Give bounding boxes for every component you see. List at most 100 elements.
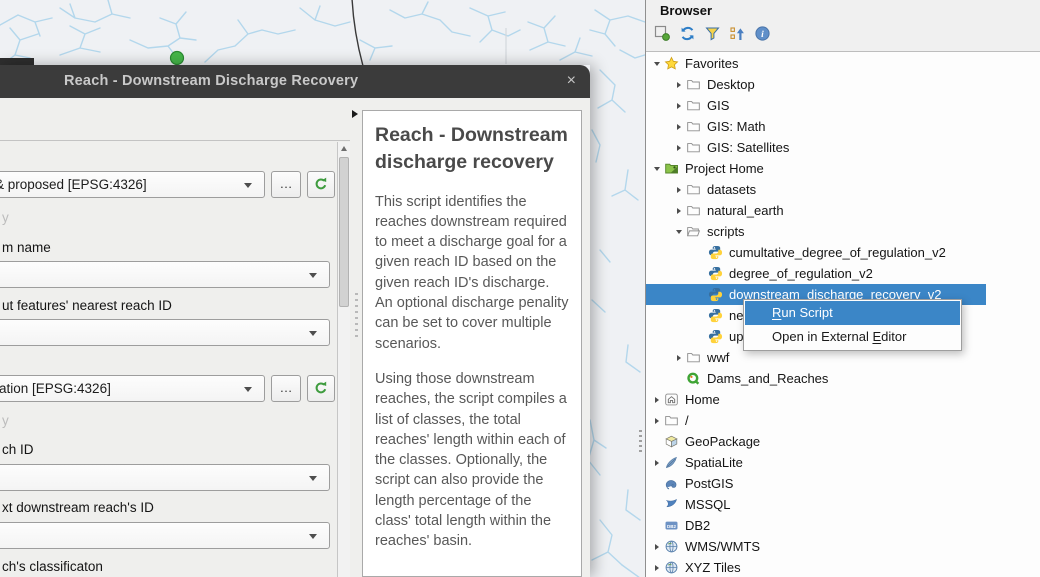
dialog-body: & proposed [EPSG:4326] … y m name ut fea… [0,98,590,577]
location-crs-combo[interactable]: ation [EPSG:4326] [0,375,265,402]
tree-item-label: XYZ Tiles [685,560,741,575]
collapse-tree-button[interactable] [728,24,746,42]
form-scrollbar[interactable] [337,142,350,577]
chevron-down-icon [309,476,317,481]
menu-item-run-script[interactable]: Run Script [745,301,960,325]
next-downstream-label: xt downstream reach's ID [2,500,154,515]
dialog-titlebar[interactable]: Reach - Downstream Discharge Recovery × [0,65,590,98]
expand-open-icon[interactable] [650,62,664,66]
expand-closed-icon[interactable] [650,544,664,550]
folder-icon [664,413,679,428]
tree-item-label: natural_earth [707,203,784,218]
browser-panel: Browser i FavoritesDesktopGISGIS: MathGI… [645,0,1040,577]
folder-icon [686,77,701,92]
nearest-reach-combo[interactable] [0,319,330,346]
info-button[interactable]: i [753,24,771,42]
info-icon: i [754,25,771,42]
tree-item-root[interactable]: / [646,410,986,431]
folder-icon [686,182,701,197]
help-heading: Reach - Downstream discharge recovery [375,122,569,177]
svg-text:i: i [761,30,764,40]
name-combo[interactable] [0,261,330,288]
chevron-down-icon [244,183,252,188]
expand-closed-icon[interactable] [672,103,686,109]
input-layer-combo-value: & proposed [EPSG:4326] [0,177,147,192]
home-icon [664,392,679,407]
tree-item-project-home[interactable]: Project Home [646,158,986,179]
tree-item-xyz-tiles[interactable]: XYZ Tiles [646,557,986,577]
browse-button[interactable]: … [271,171,301,198]
splitter-handle[interactable] [355,293,358,337]
tree-item-gis[interactable]: GIS [646,95,986,116]
expand-open-icon[interactable] [672,230,686,234]
input-layer-combo[interactable]: & proposed [EPSG:4326] [0,171,265,198]
panel-splitter-handle[interactable] [639,430,642,454]
tree-item-gis-satellites[interactable]: GIS: Satellites [646,137,986,158]
reload-crs-button-2[interactable] [307,375,335,402]
add-layer-icon [654,25,671,42]
refresh-button[interactable] [678,24,696,42]
expand-closed-icon[interactable] [650,397,664,403]
tree-item-spatialite[interactable]: SpatiaLite [646,452,986,473]
reload-crs-button[interactable] [307,171,335,198]
expand-closed-icon[interactable] [672,187,686,193]
next-downstream-combo[interactable] [0,522,330,549]
menu-item-open-in-external-editor[interactable]: Open in External Editor [745,325,960,349]
tree-item-label: SpatiaLite [685,455,743,470]
tree-item-home[interactable]: Home [646,389,986,410]
expand-closed-icon[interactable] [672,208,686,214]
python-icon [708,287,723,302]
tree-item-cumultative-degree-of-regulation-v2[interactable]: cumultative_degree_of_regulation_v2 [646,242,986,263]
dialog-title: Reach - Downstream Discharge Recovery [64,73,358,89]
filter-button[interactable] [703,24,721,42]
tree-item-postgis[interactable]: PostGIS [646,473,986,494]
tree-item-datasets[interactable]: datasets [646,179,986,200]
tree-item-db2[interactable]: DB2DB2 [646,515,986,536]
tree-item-scripts[interactable]: scripts [646,221,986,242]
tree-item-desktop[interactable]: Desktop [646,74,986,95]
expand-closed-icon[interactable] [672,355,686,361]
expand-closed-icon[interactable] [650,418,664,424]
expand-closed-icon[interactable] [672,82,686,88]
expand-closed-icon[interactable] [672,124,686,130]
scrollbar-thumb[interactable] [339,157,349,307]
expand-closed-icon[interactable] [650,460,664,466]
reload-icon [313,176,329,192]
chevron-down-icon [244,387,252,392]
tree-item-dams-and-reaches[interactable]: Dams_and_Reaches [646,368,986,389]
scroll-up-icon[interactable] [341,146,347,151]
tree-item-label: GIS: Math [707,119,766,134]
tree-item-gis-math[interactable]: GIS: Math [646,116,986,137]
tree-item-label: wwf [707,350,729,365]
close-icon[interactable]: × [567,71,576,91]
expand-closed-icon[interactable] [672,145,686,151]
tree-item-label: ne [729,308,743,323]
folder-open-icon [686,224,701,239]
browse-button-2[interactable]: … [271,375,301,402]
tree-item-geopackage[interactable]: GeoPackage [646,431,986,452]
add-layer-button[interactable] [653,24,671,42]
tree-item-natural-earth[interactable]: natural_earth [646,200,986,221]
tree-item-degree-of-regulation-v2[interactable]: degree_of_regulation_v2 [646,263,986,284]
boundary-line [352,0,363,66]
reach-id-combo[interactable] [0,464,330,491]
tree-item-label: GeoPackage [685,434,760,449]
splitter-collapse-icon[interactable] [352,110,358,118]
tree-item-label: GIS: Satellites [707,140,789,155]
tree-item-label: up [729,329,743,344]
expand-open-icon[interactable] [650,167,664,171]
tree-item-favorites[interactable]: Favorites [646,53,986,74]
parameters-scroll-area: & proposed [EPSG:4326] … y m name ut fea… [0,140,350,577]
reload-icon [313,380,329,396]
expand-closed-icon[interactable] [650,565,664,571]
help-paragraph-1: This script identifies the reaches downs… [375,192,569,354]
context-menu: Run ScriptOpen in External Editor [743,299,962,351]
tree-item-mssql[interactable]: MSSQL [646,494,986,515]
chevron-down-icon [309,273,317,278]
tree-item-label: degree_of_regulation_v2 [729,266,873,281]
tree-item-label: PostGIS [685,476,733,491]
filter-icon [704,25,721,42]
tree-item-wms-wmts[interactable]: WMS/WMTS [646,536,986,557]
optional-text-fragment: y [2,210,9,225]
qgis-project-icon [686,371,701,386]
